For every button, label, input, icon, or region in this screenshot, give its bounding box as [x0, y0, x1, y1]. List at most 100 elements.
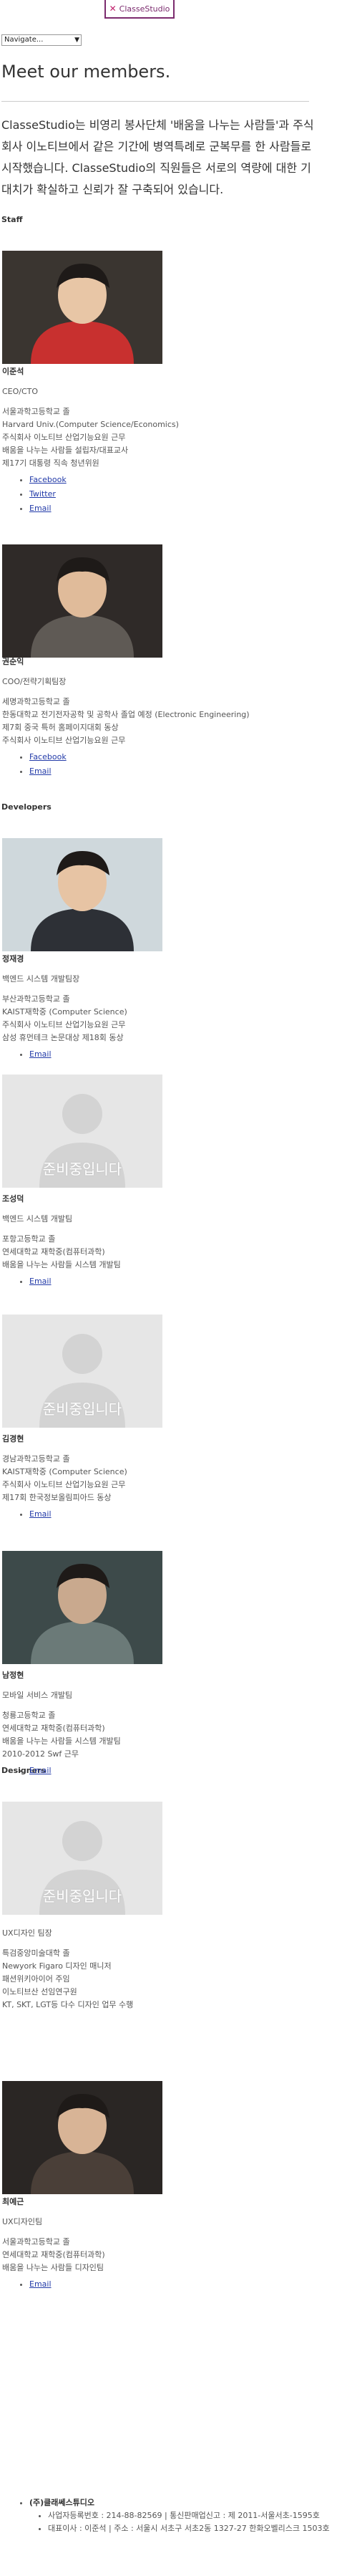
member-bio-line: 2010-2012 Swf 근무 [2, 1749, 79, 1759]
facebook-link[interactable]: Facebook [29, 752, 67, 761]
member-bio: 서울과학고등학교 졸 Harvard Univ.(Computer Science… [2, 405, 331, 470]
email-link[interactable]: Email [29, 1049, 52, 1059]
member-bio-line: 제17회 한국정보올림피아드 동상 [2, 1493, 112, 1502]
brand-logo[interactable]: ✕ ClasseStudio [104, 0, 175, 19]
member-bio-line: 주식회사 이노티브 산업기능요원 근무 [2, 1020, 126, 1029]
member-link-item: Email [29, 2277, 331, 2292]
intro-text: ClasseStudio는 비영리 봉사단체 '배움을 나누는 사람들'과 주식… [1, 118, 314, 196]
member-link-item: Twitter [29, 487, 331, 501]
member-bio-line: 경남과학고등학교 졸 [2, 1454, 70, 1464]
placeholder-text: 준비중입니다 [42, 1400, 122, 1418]
footer-detail: 사업자등록번호 : 214-88-82569 | 통신판매업신고 : 제 201… [48, 2509, 331, 2522]
member-bio-line: 특검중앙미술대학 졸 [2, 1948, 70, 1958]
member-card: 이준석 CEO/CTO 서울과학고등학교 졸 Harvard Univ.(Comput… [2, 365, 331, 516]
email-link[interactable]: Email [29, 1277, 52, 1286]
member-bio-line: 배움을 나누는 사람들 시스템 개발팀 [2, 1260, 121, 1269]
twitter-link[interactable]: Twitter [29, 489, 56, 499]
member-links: Email [2, 2277, 331, 2292]
member-link-item: Email [29, 1507, 331, 1522]
member-links: Email [2, 1764, 331, 1778]
member-bio-line: KAIST재학중 (Computer Science) [2, 1467, 127, 1476]
member-card: 김경현 경남과학고등학교 졸 KAIST재학중 (Computer Science)… [2, 1433, 331, 1522]
member-name: 조성덕 [2, 1194, 24, 1203]
member-photo: 준비중입니다 [2, 1315, 162, 1428]
member-link-item: Facebook [29, 473, 331, 487]
placeholder-text: 준비중입니다 [42, 1888, 122, 1905]
member-links: Email [2, 1507, 331, 1522]
member-bio-line: 배움을 나누는 사람들 디자인팀 [2, 2263, 104, 2272]
member-bio-line: 주식회사 이노티브 산업기능요원 근무 [2, 433, 126, 442]
section-heading-developers: Developers [1, 802, 52, 812]
member-bio-line: Newyork Figaro 디자인 매니저 [2, 1961, 112, 1971]
facebook-link[interactable]: Facebook [29, 475, 67, 484]
member-bio-line: 제17기 대통령 직속 청년위원 [2, 458, 99, 468]
member-bio-line: 서울과학고등학교 졸 [2, 407, 70, 416]
member-card: 남정현모바일 서비스 개발팀청룡고등학교 졸 연세대학교 재학중(컴퓨터과학) 배움… [2, 1669, 331, 1778]
member-role: 백엔드 시스템 개발팀장 [2, 974, 80, 984]
member-name: 최예근 [2, 2197, 24, 2206]
email-link[interactable]: Email [29, 2279, 52, 2289]
footer-company: (주)클래쎄스튜디오 [29, 2498, 95, 2507]
member-bio-line: 한동대학교 전기전자공학 및 공학사 졸업 예정 (Electronic Eng… [2, 710, 250, 719]
member-link-item: Email [29, 1274, 331, 1289]
member-role: 백엔드 시스템 개발팀 [2, 1214, 73, 1224]
member-role: COO/전략기획팀장 [2, 677, 67, 686]
member-photo [2, 1551, 162, 1664]
member-name: 이준석 [2, 367, 24, 376]
page-title: Meet our members. [1, 62, 171, 82]
member-bio-line: 배움을 나누는 사람들 시스템 개발팀 [2, 1736, 121, 1746]
brand-name: ClasseStudio [119, 4, 170, 14]
member-card: UX디자인 팀장특검중앙미술대학 졸 Newyork Figaro 디자인 매니저… [2, 1920, 331, 2012]
member-bio-line: Harvard Univ.(Computer Science/Economics… [2, 420, 179, 429]
member-photo-image [2, 544, 162, 658]
member-link-item: Email [29, 1764, 331, 1778]
member-bio-line: 삼성 휴먼테크 논문대상 제18회 동상 [2, 1033, 124, 1042]
email-link[interactable]: Email [29, 1509, 52, 1519]
member-bio-line: 서울과학고등학교 졸 [2, 2237, 70, 2246]
footer: (주)클래쎄스튜디오 사업자등록번호 : 214-88-82569 | 통신판매… [2, 2496, 331, 2535]
member-photo [2, 544, 162, 658]
member-bio-line: 제7회 중국 특허 홈페이지대회 동상 [2, 723, 119, 732]
member-bio-line: 패션위키아이어 주임 [2, 1974, 70, 1984]
footer-detail: 대표이사 : 이준석 | 주소 : 서울시 서초구 서초2동 1327-27 한… [48, 2522, 331, 2535]
email-link[interactable]: Email [29, 766, 52, 776]
member-role: UX디자인팀 [2, 2217, 43, 2226]
member-bio: 청룡고등학교 졸 연세대학교 재학중(컴퓨터과학) 배움을 나누는 사람들 시스템 … [2, 1709, 331, 1761]
member-photo-image [2, 251, 162, 364]
member-links: Email [2, 1047, 331, 1062]
email-link[interactable]: Email [29, 1766, 52, 1775]
member-photo: 준비중입니다 [2, 1802, 162, 1915]
member-photo [2, 838, 162, 951]
email-link[interactable]: Email [29, 504, 52, 513]
member-bio-line: 청룡고등학교 졸 [2, 1711, 56, 1720]
navigate-select[interactable]: Navigate... ▼ [1, 34, 82, 46]
member-link-item: Email [29, 764, 331, 779]
member-card: 최예근 UX디자인팀서울과학고등학교 졸연세대학교 재학중(컴퓨터과학) 배움을 나… [2, 2196, 331, 2292]
member-links: Facebook Email [2, 750, 331, 779]
member-links: Facebook Twitter Email [2, 473, 331, 516]
member-name: 정재경 [2, 954, 24, 963]
member-bio: 포항고등학교 졸 연세대학교 재학중(컴퓨터과학) 배움을 나누는 사람들 시스템 … [2, 1233, 331, 1272]
member-bio: 서울과학고등학교 졸연세대학교 재학중(컴퓨터과학) 배움을 나누는 사람들 디자… [2, 2236, 331, 2274]
divider [1, 101, 309, 102]
member-name: 남정현 [2, 1671, 24, 1680]
member-link-item: Facebook [29, 750, 331, 764]
member-bio-line: 연세대학교 재학중(컴퓨터과학) [2, 2250, 105, 2259]
member-role: UX디자인 팀장 [2, 1928, 52, 1938]
member-bio: 특검중앙미술대학 졸 Newyork Figaro 디자인 매니저패션위키아이어 … [2, 1947, 331, 2012]
member-card: 정재경백엔드 시스템 개발팀장부산과학고등학교 졸 KAIST재학중 (Compu… [2, 953, 331, 1062]
member-card: 권순익 COO/전략기획팀장 세명과학고등학교 졸 한동대학교 전기전자공학 및 공학… [2, 655, 331, 779]
member-role: CEO/CTO [2, 387, 39, 396]
member-link-item: Email [29, 501, 331, 516]
member-bio: 부산과학고등학교 졸 KAIST재학중 (Computer Science) 주식회… [2, 993, 331, 1044]
member-bio-line: 주식회사 이노티브 산업기능요원 근무 [2, 736, 126, 745]
member-photo-image [2, 838, 162, 951]
member-role: 모바일 서비스 개발팀 [2, 1691, 73, 1700]
member-photo-image [2, 1551, 162, 1664]
member-card: 조성덕백엔드 시스템 개발팀포항고등학교 졸 연세대학교 재학중(컴퓨터과학) 배움… [2, 1193, 331, 1289]
member-photo-image [2, 2081, 162, 2194]
section-heading-staff: Staff [1, 215, 23, 224]
member-photo [2, 251, 162, 364]
member-bio: 세명과학고등학교 졸 한동대학교 전기전자공학 및 공학사 졸업 예정 (Elec… [2, 696, 331, 747]
member-bio-line: 주식회사 이노티브 산업기능요원 근무 [2, 1480, 126, 1489]
